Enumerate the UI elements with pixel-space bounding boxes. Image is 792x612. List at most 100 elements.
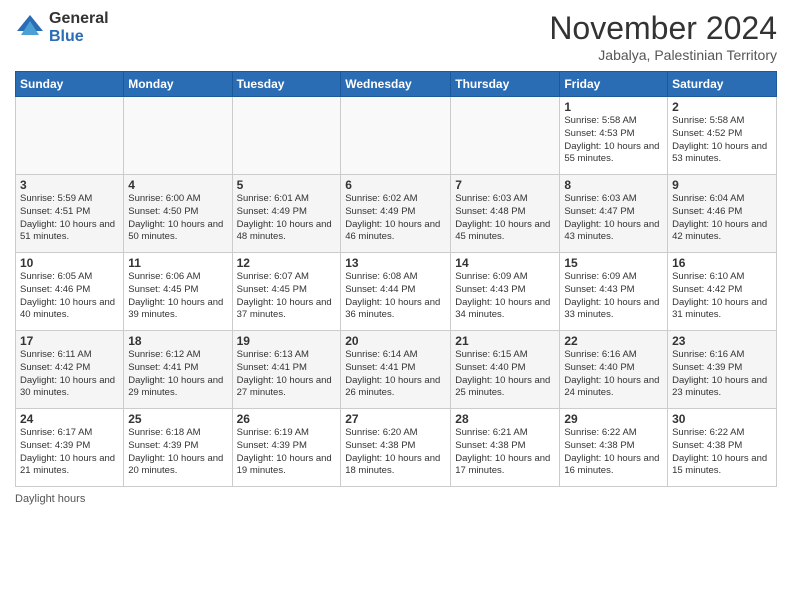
day-number: 19 — [237, 334, 337, 348]
calendar-cell: 6Sunrise: 6:02 AM Sunset: 4:49 PM Daylig… — [341, 175, 451, 253]
calendar-cell: 23Sunrise: 6:16 AM Sunset: 4:39 PM Dayli… — [668, 331, 777, 409]
calendar-cell: 16Sunrise: 6:10 AM Sunset: 4:42 PM Dayli… — [668, 253, 777, 331]
calendar-cell — [16, 97, 124, 175]
day-number: 16 — [672, 256, 772, 270]
calendar-cell: 26Sunrise: 6:19 AM Sunset: 4:39 PM Dayli… — [232, 409, 341, 487]
calendar-col-tuesday: Tuesday — [232, 72, 341, 97]
calendar-cell: 18Sunrise: 6:12 AM Sunset: 4:41 PM Dayli… — [124, 331, 232, 409]
calendar-cell: 19Sunrise: 6:13 AM Sunset: 4:41 PM Dayli… — [232, 331, 341, 409]
day-number: 12 — [237, 256, 337, 270]
day-number: 17 — [20, 334, 119, 348]
calendar: SundayMondayTuesdayWednesdayThursdayFrid… — [15, 71, 777, 487]
day-info: Sunrise: 6:01 AM Sunset: 4:49 PM Dayligh… — [237, 193, 337, 244]
calendar-cell: 28Sunrise: 6:21 AM Sunset: 4:38 PM Dayli… — [451, 409, 560, 487]
calendar-week-4: 17Sunrise: 6:11 AM Sunset: 4:42 PM Dayli… — [16, 331, 777, 409]
day-info: Sunrise: 6:02 AM Sunset: 4:49 PM Dayligh… — [345, 193, 446, 244]
calendar-cell: 1Sunrise: 5:58 AM Sunset: 4:53 PM Daylig… — [560, 97, 668, 175]
day-info: Sunrise: 6:04 AM Sunset: 4:46 PM Dayligh… — [672, 193, 772, 244]
day-info: Sunrise: 6:22 AM Sunset: 4:38 PM Dayligh… — [564, 427, 663, 478]
day-number: 15 — [564, 256, 663, 270]
calendar-col-sunday: Sunday — [16, 72, 124, 97]
calendar-cell — [124, 97, 232, 175]
calendar-cell — [451, 97, 560, 175]
day-number: 25 — [128, 412, 227, 426]
month-title: November 2024 — [549, 10, 777, 47]
calendar-cell: 17Sunrise: 6:11 AM Sunset: 4:42 PM Dayli… — [16, 331, 124, 409]
calendar-cell: 24Sunrise: 6:17 AM Sunset: 4:39 PM Dayli… — [16, 409, 124, 487]
logo: General Blue — [15, 10, 109, 45]
calendar-cell: 7Sunrise: 6:03 AM Sunset: 4:48 PM Daylig… — [451, 175, 560, 253]
day-number: 11 — [128, 256, 227, 270]
day-number: 30 — [672, 412, 772, 426]
day-number: 27 — [345, 412, 446, 426]
day-info: Sunrise: 6:03 AM Sunset: 4:48 PM Dayligh… — [455, 193, 555, 244]
day-info: Sunrise: 6:20 AM Sunset: 4:38 PM Dayligh… — [345, 427, 446, 478]
day-info: Sunrise: 6:03 AM Sunset: 4:47 PM Dayligh… — [564, 193, 663, 244]
header: General Blue November 2024 Jabalya, Pale… — [15, 10, 777, 63]
day-number: 22 — [564, 334, 663, 348]
day-number: 8 — [564, 178, 663, 192]
calendar-week-5: 24Sunrise: 6:17 AM Sunset: 4:39 PM Dayli… — [16, 409, 777, 487]
calendar-cell — [341, 97, 451, 175]
calendar-cell: 13Sunrise: 6:08 AM Sunset: 4:44 PM Dayli… — [341, 253, 451, 331]
calendar-cell: 22Sunrise: 6:16 AM Sunset: 4:40 PM Dayli… — [560, 331, 668, 409]
day-info: Sunrise: 6:07 AM Sunset: 4:45 PM Dayligh… — [237, 271, 337, 322]
calendar-cell — [232, 97, 341, 175]
day-info: Sunrise: 5:59 AM Sunset: 4:51 PM Dayligh… — [20, 193, 119, 244]
day-info: Sunrise: 6:17 AM Sunset: 4:39 PM Dayligh… — [20, 427, 119, 478]
calendar-week-2: 3Sunrise: 5:59 AM Sunset: 4:51 PM Daylig… — [16, 175, 777, 253]
day-info: Sunrise: 5:58 AM Sunset: 4:52 PM Dayligh… — [672, 115, 772, 166]
day-number: 1 — [564, 100, 663, 114]
day-info: Sunrise: 6:09 AM Sunset: 4:43 PM Dayligh… — [455, 271, 555, 322]
day-info: Sunrise: 6:06 AM Sunset: 4:45 PM Dayligh… — [128, 271, 227, 322]
day-info: Sunrise: 6:22 AM Sunset: 4:38 PM Dayligh… — [672, 427, 772, 478]
day-number: 5 — [237, 178, 337, 192]
calendar-cell: 29Sunrise: 6:22 AM Sunset: 4:38 PM Dayli… — [560, 409, 668, 487]
day-info: Sunrise: 6:05 AM Sunset: 4:46 PM Dayligh… — [20, 271, 119, 322]
day-number: 23 — [672, 334, 772, 348]
day-info: Sunrise: 6:18 AM Sunset: 4:39 PM Dayligh… — [128, 427, 227, 478]
day-number: 10 — [20, 256, 119, 270]
day-number: 14 — [455, 256, 555, 270]
calendar-col-wednesday: Wednesday — [341, 72, 451, 97]
day-number: 21 — [455, 334, 555, 348]
day-info: Sunrise: 5:58 AM Sunset: 4:53 PM Dayligh… — [564, 115, 663, 166]
day-number: 13 — [345, 256, 446, 270]
day-number: 2 — [672, 100, 772, 114]
footer: Daylight hours — [15, 493, 777, 505]
calendar-cell: 30Sunrise: 6:22 AM Sunset: 4:38 PM Dayli… — [668, 409, 777, 487]
day-number: 4 — [128, 178, 227, 192]
day-info: Sunrise: 6:16 AM Sunset: 4:39 PM Dayligh… — [672, 349, 772, 400]
logo-blue: Blue — [49, 28, 109, 46]
day-info: Sunrise: 6:08 AM Sunset: 4:44 PM Dayligh… — [345, 271, 446, 322]
day-info: Sunrise: 6:10 AM Sunset: 4:42 PM Dayligh… — [672, 271, 772, 322]
title-block: November 2024 Jabalya, Palestinian Terri… — [549, 10, 777, 63]
day-number: 24 — [20, 412, 119, 426]
calendar-col-thursday: Thursday — [451, 72, 560, 97]
calendar-cell: 12Sunrise: 6:07 AM Sunset: 4:45 PM Dayli… — [232, 253, 341, 331]
day-info: Sunrise: 6:11 AM Sunset: 4:42 PM Dayligh… — [20, 349, 119, 400]
day-info: Sunrise: 6:13 AM Sunset: 4:41 PM Dayligh… — [237, 349, 337, 400]
day-number: 29 — [564, 412, 663, 426]
day-info: Sunrise: 6:21 AM Sunset: 4:38 PM Dayligh… — [455, 427, 555, 478]
calendar-cell: 27Sunrise: 6:20 AM Sunset: 4:38 PM Dayli… — [341, 409, 451, 487]
calendar-cell: 5Sunrise: 6:01 AM Sunset: 4:49 PM Daylig… — [232, 175, 341, 253]
logo-icon — [15, 13, 45, 43]
calendar-cell: 15Sunrise: 6:09 AM Sunset: 4:43 PM Dayli… — [560, 253, 668, 331]
calendar-cell: 11Sunrise: 6:06 AM Sunset: 4:45 PM Dayli… — [124, 253, 232, 331]
calendar-col-friday: Friday — [560, 72, 668, 97]
calendar-cell: 20Sunrise: 6:14 AM Sunset: 4:41 PM Dayli… — [341, 331, 451, 409]
calendar-cell: 3Sunrise: 5:59 AM Sunset: 4:51 PM Daylig… — [16, 175, 124, 253]
logo-general: General — [49, 10, 109, 28]
page: General Blue November 2024 Jabalya, Pale… — [0, 0, 792, 612]
day-number: 26 — [237, 412, 337, 426]
calendar-header-row: SundayMondayTuesdayWednesdayThursdayFrid… — [16, 72, 777, 97]
day-info: Sunrise: 6:00 AM Sunset: 4:50 PM Dayligh… — [128, 193, 227, 244]
calendar-week-1: 1Sunrise: 5:58 AM Sunset: 4:53 PM Daylig… — [16, 97, 777, 175]
calendar-week-3: 10Sunrise: 6:05 AM Sunset: 4:46 PM Dayli… — [16, 253, 777, 331]
day-number: 7 — [455, 178, 555, 192]
calendar-cell: 25Sunrise: 6:18 AM Sunset: 4:39 PM Dayli… — [124, 409, 232, 487]
day-number: 3 — [20, 178, 119, 192]
logo-text: General Blue — [49, 10, 109, 45]
calendar-cell: 8Sunrise: 6:03 AM Sunset: 4:47 PM Daylig… — [560, 175, 668, 253]
